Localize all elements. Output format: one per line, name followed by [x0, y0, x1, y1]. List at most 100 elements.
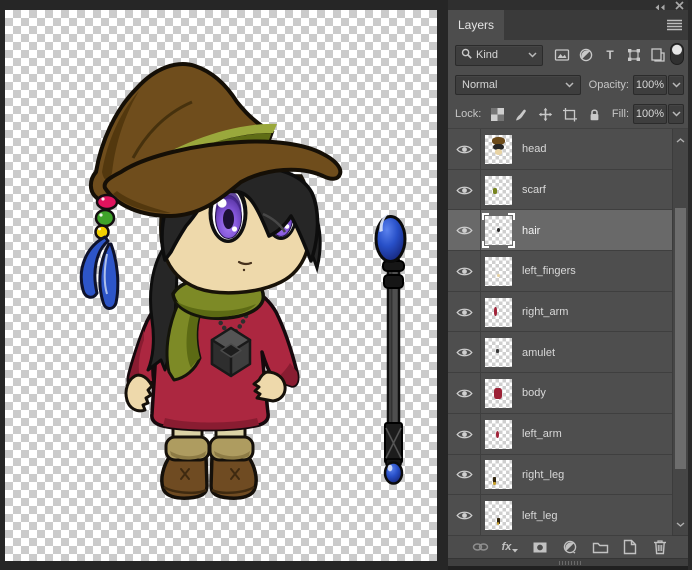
visibility-cell[interactable]	[448, 129, 481, 170]
visibility-cell[interactable]	[448, 373, 481, 414]
fill-label: Fill:	[611, 108, 629, 120]
layer-row-hair[interactable]: hair	[448, 210, 672, 252]
filter-type-icons: T	[550, 47, 670, 63]
layer-thumbnail[interactable]	[485, 378, 512, 408]
layer-row-scarf[interactable]: scarf	[448, 169, 672, 211]
layer-row-left_arm[interactable]: left_arm	[448, 413, 672, 455]
lock-position-icon[interactable]	[538, 107, 553, 122]
layer-thumbnail-image	[485, 134, 512, 164]
layers-panel: Layers Kind T Normal Opacity: 100% Lock:…	[448, 0, 692, 570]
lock-image-pixels-icon[interactable]	[514, 107, 529, 122]
thumbnail-mark	[494, 388, 503, 400]
visibility-cell[interactable]	[448, 251, 481, 292]
opacity-dropdown-button[interactable]	[668, 75, 684, 95]
layer-name[interactable]: right_leg	[522, 469, 564, 481]
character-artwork	[79, 62, 407, 500]
layer-row-right_arm[interactable]: right_arm	[448, 291, 672, 333]
visibility-cell[interactable]	[448, 169, 481, 211]
lock-artboards-icon[interactable]	[562, 107, 578, 122]
layer-row-body[interactable]: body	[448, 373, 672, 414]
layer-thumbnail[interactable]	[485, 460, 512, 490]
visibility-cell[interactable]	[448, 291, 481, 333]
visibility-eye-icon[interactable]	[455, 347, 473, 358]
type-layer-filter-icon[interactable]: T	[598, 47, 622, 63]
layer-name[interactable]: right_arm	[522, 306, 568, 318]
layer-thumbnail-image	[485, 419, 512, 449]
visibility-eye-icon[interactable]	[455, 144, 473, 155]
panel-menu-icon[interactable]	[667, 19, 682, 34]
visibility-cell[interactable]	[448, 210, 481, 252]
layer-styles-icon[interactable]: fx	[502, 539, 519, 556]
visibility-eye-icon[interactable]	[455, 429, 473, 440]
new-layer-icon[interactable]	[622, 539, 639, 556]
new-adjustment-layer-icon[interactable]	[562, 539, 579, 556]
window-bottom-edge	[448, 566, 692, 570]
scrollbar-thumb[interactable]	[675, 208, 686, 469]
layer-row-head[interactable]: head	[448, 129, 672, 170]
visibility-eye-icon[interactable]	[455, 388, 473, 399]
layer-row-left_leg[interactable]: left_leg	[448, 495, 672, 536]
layer-thumbnail[interactable]	[482, 213, 515, 249]
lock-transparent-pixels-icon[interactable]	[490, 107, 505, 122]
bead-pink	[95, 193, 119, 211]
smart-object-filter-icon[interactable]	[646, 47, 670, 63]
layer-name[interactable]: head	[522, 143, 546, 155]
layer-row-amulet[interactable]: amulet	[448, 332, 672, 374]
kind-filter-dropdown[interactable]: Kind	[455, 44, 543, 66]
chevron-down-icon	[528, 49, 537, 61]
layer-name[interactable]: hair	[522, 225, 540, 237]
tab-layers[interactable]: Layers	[448, 10, 504, 40]
scroll-down-icon[interactable]	[676, 518, 685, 530]
resize-grip[interactable]	[559, 561, 581, 565]
filter-toggle-switch[interactable]	[670, 42, 684, 68]
panel-resize-bar[interactable]	[448, 558, 692, 566]
selection-bracket	[482, 213, 489, 221]
fill-value-field[interactable]: 100%	[633, 104, 667, 124]
visibility-cell[interactable]	[448, 495, 481, 536]
layer-thumbnail[interactable]	[485, 419, 512, 449]
layer-name[interactable]: left_leg	[522, 510, 557, 522]
visibility-eye-icon[interactable]	[455, 469, 473, 480]
staff-artwork	[374, 213, 407, 485]
layer-thumbnail[interactable]	[485, 297, 512, 327]
layer-name[interactable]: left_arm	[522, 428, 562, 440]
thumbnail-mark	[493, 307, 497, 317]
pixel-layer-filter-icon[interactable]	[550, 47, 574, 63]
scroll-up-icon[interactable]	[676, 134, 685, 146]
search-icon	[461, 48, 472, 62]
visibility-eye-icon[interactable]	[455, 307, 473, 318]
visibility-cell[interactable]	[448, 413, 481, 455]
layer-thumbnail[interactable]	[485, 256, 512, 286]
layer-thumbnail[interactable]	[485, 175, 512, 205]
link-layers-icon[interactable]	[472, 539, 489, 556]
visibility-eye-icon[interactable]	[455, 225, 473, 236]
selection-bracket	[508, 213, 515, 221]
layer-row-left_fingers[interactable]: left_fingers	[448, 251, 672, 292]
thumbnail-mark	[496, 273, 500, 277]
visibility-eye-icon[interactable]	[455, 185, 473, 196]
lock-all-icon[interactable]	[587, 107, 602, 122]
layer-thumbnail[interactable]	[485, 501, 512, 531]
layer-name[interactable]: amulet	[522, 347, 555, 359]
add-layer-mask-icon[interactable]	[532, 539, 549, 556]
visibility-cell[interactable]	[448, 454, 481, 496]
shape-layer-filter-icon[interactable]	[622, 47, 646, 63]
tab-layers-label: Layers	[457, 18, 495, 32]
layer-name[interactable]: scarf	[522, 184, 546, 196]
new-group-icon[interactable]	[592, 539, 609, 556]
visibility-eye-icon[interactable]	[455, 510, 473, 521]
layer-name[interactable]: left_fingers	[522, 265, 576, 277]
layer-name[interactable]: body	[522, 387, 546, 399]
document-canvas[interactable]	[5, 10, 437, 561]
visibility-eye-icon[interactable]	[455, 266, 473, 277]
delete-layer-icon[interactable]	[652, 539, 669, 556]
layer-row-right_leg[interactable]: right_leg	[448, 454, 672, 496]
layers-scrollbar[interactable]	[672, 129, 688, 535]
opacity-value-field[interactable]: 100%	[633, 75, 667, 95]
fill-dropdown-button[interactable]	[668, 104, 684, 124]
visibility-cell[interactable]	[448, 332, 481, 374]
layer-thumbnail[interactable]	[485, 134, 512, 164]
layer-thumbnail[interactable]	[485, 338, 512, 368]
adjustment-layer-filter-icon[interactable]	[574, 47, 598, 63]
blend-mode-dropdown[interactable]: Normal	[455, 75, 581, 95]
